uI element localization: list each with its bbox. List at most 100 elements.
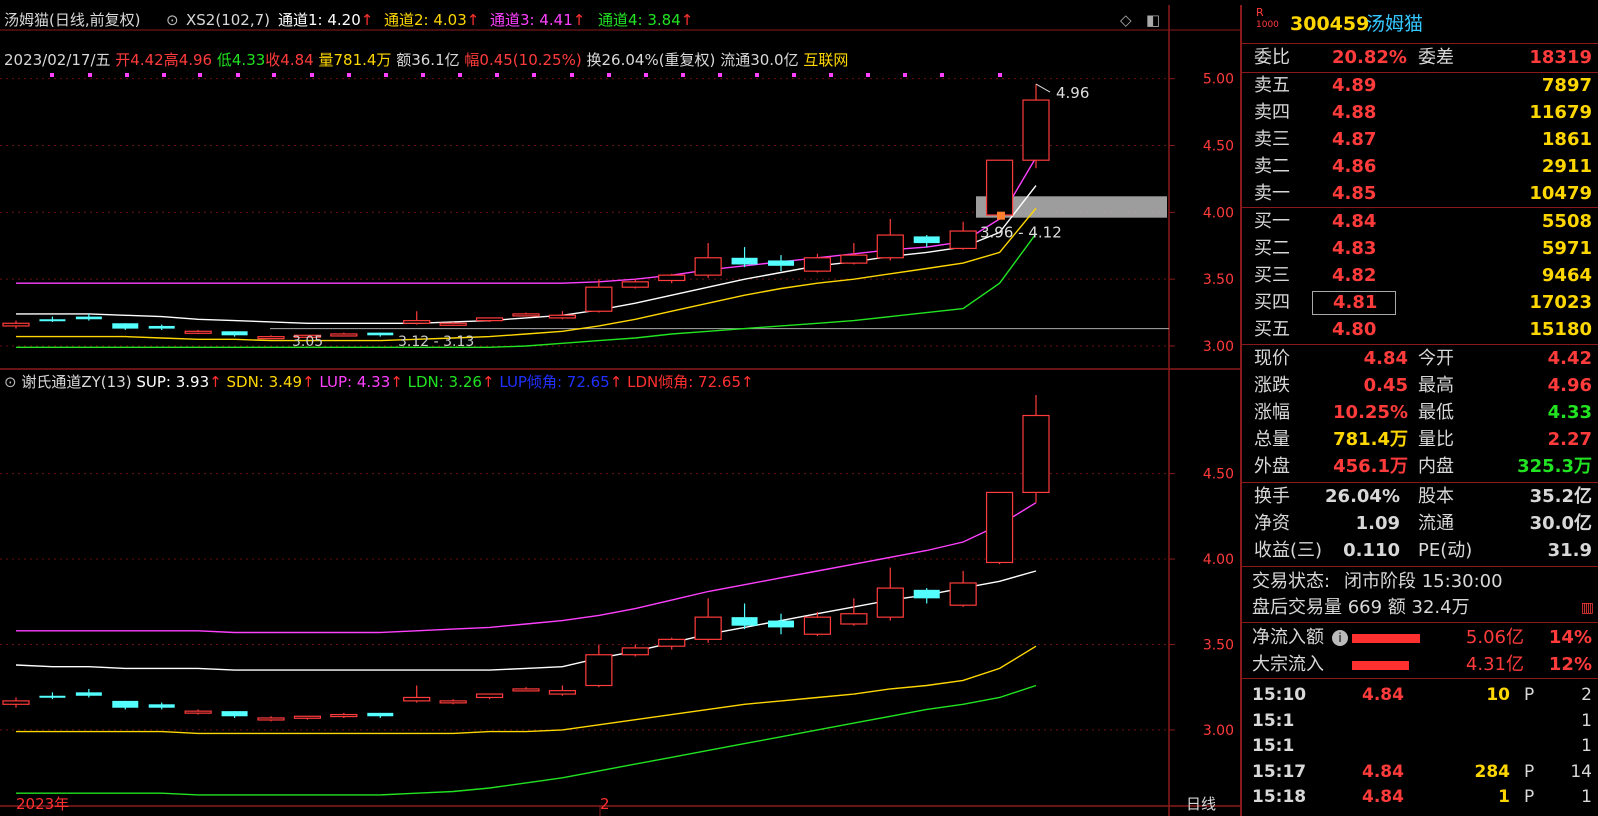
y-tick-label: 4.00 <box>1203 552 1234 568</box>
high-annotation: 4.96 <box>1056 84 1089 102</box>
stat-value: 456.1万 <box>1333 456 1408 477</box>
stat-value: 0.45 <box>1363 375 1408 396</box>
ask-row[interactable]: 卖三 4.87 1861 <box>1242 127 1598 153</box>
fundamental-label: 净资 <box>1254 513 1290 534</box>
sdn-value: SDN: 3.49↑ <box>226 373 315 391</box>
divider <box>1242 43 1598 44</box>
stat-value: 325.3万 <box>1517 456 1592 477</box>
sup-line <box>15 570 1037 671</box>
tick-price: 4.84 <box>1362 761 1404 782</box>
bid-row[interactable]: 买五 4.80 15180 <box>1242 317 1598 343</box>
low-annotation: 3.12 - 3.13 <box>398 334 474 350</box>
info-date: 2023/02/17/五 <box>4 51 111 69</box>
candle-body <box>257 717 285 721</box>
info-icon[interactable]: i <box>1332 630 1348 646</box>
candle-body <box>694 257 722 276</box>
ldn-angle-value: LDN倾角: 72.65↑ <box>627 373 754 391</box>
signal-dot <box>495 73 499 77</box>
candle-body <box>75 692 102 696</box>
info-sector[interactable]: 互联网 <box>803 51 848 69</box>
kline-chart[interactable]: 5.00 4.50 4.00 3.50 3.00 4.50 4.00 3.50 3.00 4.96… <box>0 0 1240 816</box>
signal-dot <box>903 73 907 77</box>
stock-name: 汤姆猫 <box>1366 13 1424 35</box>
candle-body <box>768 620 794 628</box>
fund-flow-pct: 14% <box>1548 627 1592 648</box>
candle-body <box>621 647 649 656</box>
candle-body <box>221 331 248 336</box>
period-button[interactable]: 日线 <box>1186 793 1216 815</box>
weicha-value: 18319 <box>1529 47 1592 68</box>
candle-body <box>621 281 649 288</box>
divider <box>1242 344 1598 345</box>
chart-icon[interactable]: ▥ <box>1581 595 1594 621</box>
bid-row[interactable]: 买一 4.84 5508 <box>1242 209 1598 235</box>
main-indicator-name[interactable]: XS2(102,7) <box>186 9 270 31</box>
candle-body <box>949 230 977 250</box>
sub-indicator-name[interactable]: 谢氏通道ZY(13) <box>21 373 131 391</box>
trade-status-label: 交易状态: <box>1252 571 1331 592</box>
zone-marker <box>997 211 1005 220</box>
signal-dot <box>347 73 351 77</box>
candle-body <box>475 317 504 322</box>
tick-volume: 1 <box>1498 787 1510 807</box>
tick-row: 15:17 4.84 284 P 14 <box>1242 759 1598 785</box>
tick-count: 14 <box>1570 761 1592 782</box>
main-chart-header: 汤姆猫(日线,前复权) ⊙ XS2(102,7) 通道1: 4.20↑ 通道2:… <box>0 5 1240 33</box>
ask-row[interactable]: 卖五 4.89 7897 <box>1242 73 1598 99</box>
candle-body <box>293 715 322 719</box>
stock-header: R 1000 300459 汤姆猫 <box>1256 6 1424 36</box>
stat-row: 现价 4.84 今开 4.42 <box>1242 346 1598 372</box>
bid-volume: 5508 <box>1541 211 1592 232</box>
fund-flow-row: 净流入额 i 5.06亿 14% <box>1242 625 1598 651</box>
info-close: 收4.84 <box>265 51 314 69</box>
fundamental-label: 股本 <box>1418 486 1454 507</box>
candle-body <box>439 700 467 704</box>
zone-annotation: 3.96 - 4.12 <box>980 224 1062 242</box>
weibi-label: 委比 <box>1254 47 1290 68</box>
bid-row[interactable]: 买四 4.81 17023 <box>1242 290 1598 316</box>
signal-dot <box>607 73 611 77</box>
fund-flow-value: 5.06亿 <box>1465 627 1524 648</box>
stat-label: 涨跌 <box>1254 375 1290 396</box>
tick-volume: 284 <box>1474 761 1511 782</box>
diamond-icon[interactable]: ◇ <box>1120 9 1132 31</box>
ask-row[interactable]: 卖四 4.88 11679 <box>1242 100 1598 126</box>
candle-body <box>768 260 794 266</box>
fundamental-value: 1.09 <box>1355 513 1400 534</box>
candle-body <box>330 713 358 718</box>
tick-row: 15:10 4.84 10 P 2 <box>1242 682 1598 708</box>
info-open: 开4.42 <box>115 51 164 69</box>
signal-dot <box>998 73 1002 77</box>
candle-body <box>840 613 868 625</box>
bid-row[interactable]: 买三 4.82 9464 <box>1242 263 1598 289</box>
tick-side: P <box>1524 787 1535 807</box>
candle-body <box>548 690 577 695</box>
tick-count: 2 <box>1581 685 1592 705</box>
ask-label: 卖五 <box>1254 75 1290 96</box>
signal-dot <box>940 73 944 77</box>
axis-month-label: 2 <box>600 795 610 813</box>
y-tick-label: 3.50 <box>1203 272 1234 288</box>
fundamental-label: 换手 <box>1254 486 1290 507</box>
candle-body <box>1022 99 1050 161</box>
candle-body <box>512 688 540 692</box>
bid-price: 4.82 <box>1332 265 1377 286</box>
sub-indicator-toggle-icon[interactable]: ⊙ <box>4 373 17 391</box>
ask-row[interactable]: 卖一 4.85 10479 <box>1242 181 1598 207</box>
fund-flow-row: 大宗流入 4.31亿 12% <box>1242 652 1598 678</box>
ask-price: 4.88 <box>1332 102 1377 123</box>
signal-dot <box>125 73 129 77</box>
tick-time: 15:1 <box>1252 736 1295 756</box>
ask-price: 4.85 <box>1332 183 1377 204</box>
weibi-row: 委比 20.82% 委差 18319 <box>1242 45 1598 71</box>
y-tick-label: 4.50 <box>1203 139 1234 155</box>
panel-toggle-icon[interactable]: ◧ <box>1146 9 1160 31</box>
after-hours-row: 盘后交易量 669 额 32.4万 ▥ <box>1242 595 1598 621</box>
stat-label: 现价 <box>1254 348 1290 369</box>
fundamental-value: 35.2亿 <box>1529 486 1592 507</box>
bid-row[interactable]: 买二 4.83 5971 <box>1242 236 1598 262</box>
ask-label: 卖一 <box>1254 183 1290 204</box>
ask-row[interactable]: 卖二 4.86 2911 <box>1242 154 1598 180</box>
tick-count: 1 <box>1581 736 1592 756</box>
indicator-toggle-icon[interactable]: ⊙ <box>166 9 179 31</box>
